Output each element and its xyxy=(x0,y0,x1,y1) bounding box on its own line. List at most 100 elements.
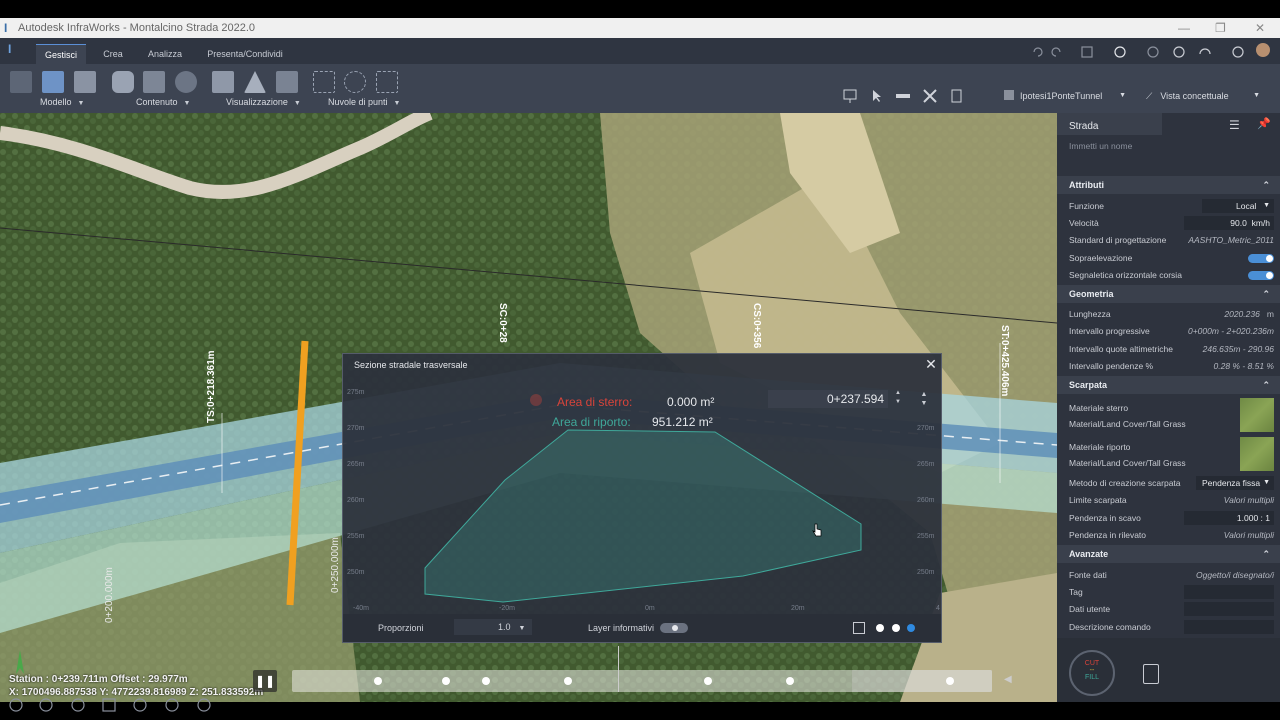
station-slider-arrows[interactable]: ▲ ▼ xyxy=(919,390,929,408)
model-properties-icon[interactable] xyxy=(10,71,32,93)
style-palette-icon[interactable] xyxy=(175,71,197,93)
station-input[interactable]: 0+237.594 xyxy=(768,390,888,408)
tag-input[interactable] xyxy=(1184,585,1274,599)
dati-utente-input[interactable] xyxy=(1184,602,1274,616)
station-up-button[interactable]: ▲ xyxy=(891,390,905,399)
data-table-icon[interactable] xyxy=(143,71,165,93)
row-lunghezza: Lunghezza 2020.236 m xyxy=(1069,309,1274,319)
walk-icon xyxy=(165,698,179,712)
forward-icon xyxy=(39,698,53,712)
point-cloud-terrain-icon[interactable] xyxy=(344,71,366,93)
legend-icon[interactable] xyxy=(276,71,298,93)
timeline-marker[interactable] xyxy=(564,677,572,685)
segnaletica-toggle[interactable] xyxy=(1248,271,1274,280)
point-cloud-theme-icon[interactable] xyxy=(376,71,398,93)
model-browser-icon[interactable] xyxy=(42,71,64,93)
fit-view-icon[interactable] xyxy=(853,622,865,634)
measure-icon[interactable] xyxy=(895,88,911,104)
timeline-marker[interactable] xyxy=(786,677,794,685)
group-visualizzazione[interactable]: Visualizzazione ▼ xyxy=(226,97,301,107)
menu-icon[interactable]: ☰ xyxy=(1229,118,1240,132)
funzione-dropdown[interactable]: Local ▼ xyxy=(1202,199,1274,213)
point-cloud-icon[interactable] xyxy=(313,71,335,93)
help-icon xyxy=(1232,46,1244,58)
globe-icon xyxy=(1147,46,1159,58)
sync-icon xyxy=(1173,46,1185,58)
velocita-input[interactable]: 90.0 km/h xyxy=(1184,216,1274,230)
row-tag: Tag xyxy=(1069,585,1274,599)
riporto-material-swatch[interactable] xyxy=(1240,437,1274,471)
sterro-material-swatch[interactable] xyxy=(1240,398,1274,432)
page-dot[interactable] xyxy=(876,624,884,632)
group-modello[interactable]: Modello ▼ xyxy=(40,97,84,107)
layer-informativi-toggle[interactable] xyxy=(660,623,688,633)
section-avanzate[interactable]: Avanzate ⌃ xyxy=(1057,545,1280,563)
y-tick-label: 275m xyxy=(347,389,365,396)
pause-button[interactable]: ❚❚ xyxy=(253,670,277,692)
more-icon xyxy=(197,698,211,712)
y-tick-label-right: 270m xyxy=(917,425,935,432)
station-down-button[interactable]: ▼ xyxy=(891,399,905,408)
tab-analizza[interactable]: Analizza xyxy=(140,44,190,64)
model-explorer-icon[interactable] xyxy=(74,71,96,93)
row-descrizione-comando: Descrizione comando xyxy=(1069,620,1274,634)
calculator-icon[interactable] xyxy=(1143,664,1159,684)
tab-crea[interactable]: Crea xyxy=(96,44,130,64)
presentation-icon[interactable] xyxy=(842,88,858,104)
data-sources-icon[interactable] xyxy=(112,71,134,93)
timeline-marker[interactable] xyxy=(704,677,712,685)
sopraelevazione-toggle[interactable] xyxy=(1248,254,1274,263)
page-dot-active[interactable] xyxy=(907,624,915,632)
name-input[interactable]: Immetti un nome xyxy=(1069,141,1132,151)
fill-area-label: Area di riporto: xyxy=(552,415,631,429)
navigation-tools xyxy=(8,697,218,713)
proposal-dropdown[interactable]: Ipotesi1PonteTunnel ▼ xyxy=(1000,86,1130,106)
metodo-dropdown[interactable]: Pendenza fissa ▼ xyxy=(1196,476,1274,490)
pin-icon[interactable]: 📌 xyxy=(1257,117,1271,130)
tab-presenta-condividi[interactable]: Presenta/Condividi xyxy=(200,44,290,64)
section-geometria[interactable]: Geometria ⌃ xyxy=(1057,285,1280,303)
panel-toggle-icon[interactable] xyxy=(949,88,965,104)
section-scarpata[interactable]: Scarpata ⌃ xyxy=(1057,376,1280,394)
y-tick-label-right: 260m xyxy=(917,497,935,504)
row-metodo: Metodo di creazione scarpata Pendenza fis… xyxy=(1069,476,1274,490)
station-offset-readout: Station : 0+239.711m Offset : 29.977m xyxy=(9,674,188,685)
maximize-icon[interactable]: ❐ xyxy=(1215,18,1226,38)
visual-styles-icon[interactable] xyxy=(212,71,234,93)
group-nuvole-di-punti[interactable]: Nuvole di punti ▼ xyxy=(328,97,400,107)
page-dot[interactable] xyxy=(892,624,900,632)
app-menu-icon[interactable]: I xyxy=(8,42,24,58)
timeline-slider[interactable] xyxy=(292,646,992,692)
row-limite: Limite scarpata Valori multipli xyxy=(1069,495,1274,505)
tab-gestisci[interactable]: Gestisci xyxy=(36,44,86,64)
minimize-icon[interactable]: — xyxy=(1178,18,1190,38)
y-tick-label: 260m xyxy=(347,497,365,504)
settings-gear-icon xyxy=(1114,46,1126,58)
timeline-marker[interactable] xyxy=(946,677,954,685)
row-pendenze: Intervallo pendenze % 0.28 % - 8.51 % xyxy=(1069,361,1274,371)
cut-fill-button[interactable]: CUT -- FILL xyxy=(1069,650,1115,696)
x-tick-label: 0m xyxy=(645,605,655,612)
select-cursor-icon[interactable] xyxy=(869,88,885,104)
fill-area-value: 951.212 m² xyxy=(652,415,713,429)
timeline-marker[interactable] xyxy=(374,677,382,685)
y-tick-label-right: 250m xyxy=(917,569,935,576)
group-contenuto[interactable]: Contenuto ▼ xyxy=(136,97,190,107)
user-avatar[interactable] xyxy=(1256,43,1270,57)
descrizione-comando-input[interactable] xyxy=(1184,620,1274,634)
view-style-dropdown[interactable]: ⟋ Vista concettuale ▼ xyxy=(1140,86,1270,106)
section-attributi[interactable]: Attributi ⌃ xyxy=(1057,176,1280,194)
cross-section-chart xyxy=(424,394,862,603)
proporzioni-dropdown[interactable]: 1.0 ▼ xyxy=(454,619,532,635)
row-sopraelevazione: Sopraelevazione xyxy=(1069,251,1274,265)
back-icon xyxy=(9,698,23,712)
timeline-marker[interactable] xyxy=(482,677,490,685)
proposal-icon xyxy=(1004,90,1014,100)
redo-icon xyxy=(1051,47,1061,57)
timeline-end-icon[interactable]: ◀ xyxy=(1004,674,1012,685)
close-icon[interactable]: ✕ xyxy=(923,356,939,372)
tools-icon[interactable] xyxy=(922,88,938,104)
timeline-marker[interactable] xyxy=(442,677,450,685)
pendenza-scavo-input[interactable]: 1.000 : 1 xyxy=(1184,511,1274,525)
close-window-icon[interactable]: ✕ xyxy=(1255,18,1265,38)
